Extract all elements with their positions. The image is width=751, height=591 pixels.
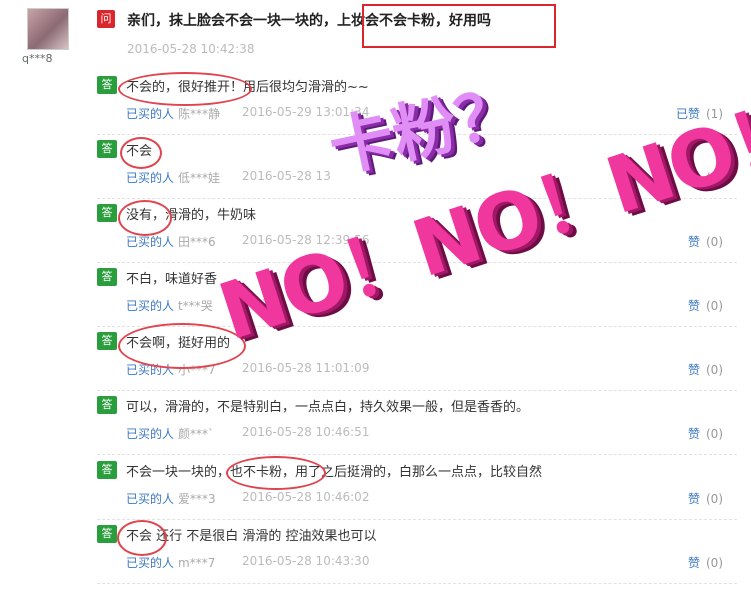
question-badge: 问 — [97, 10, 115, 28]
answer-row: 答不会一块一块的，也不卡粉，用了之后挺滑的，白那么一点点，比较自然 已买的人 爱**… — [97, 455, 737, 520]
like-count: (0) — [706, 492, 723, 506]
answer-date: 2016-05-28 11:01:09 — [242, 361, 370, 375]
buyer-name: t***哭 — [178, 299, 213, 313]
answer-badge: 答 — [97, 396, 117, 414]
like-button[interactable]: 赞 (0) — [688, 233, 723, 250]
like-count: (0) — [706, 363, 723, 377]
question-date: 2016-05-28 10:42:38 — [127, 42, 255, 56]
buyer-label: 已买的人 — [126, 171, 175, 185]
highlight-box-question — [362, 4, 556, 48]
buyer-name: 颜***` — [178, 427, 215, 441]
answer-badge: 答 — [97, 461, 117, 479]
buyer-label: 已买的人 — [126, 235, 175, 249]
like-label: 赞 — [687, 492, 700, 506]
answer-badge: 答 — [97, 332, 117, 350]
answer-text: 不白，味道好香 — [126, 272, 218, 287]
buyer-link[interactable]: 已买的人 低***娃 — [126, 169, 220, 186]
like-button[interactable]: 赞 (0) — [688, 297, 723, 314]
answer-row: 答不会 还行 不是很白 滑滑的 控油效果也可以 已买的人 m***7 2016-05-… — [97, 519, 737, 584]
buyer-link[interactable]: 已买的人 颜***` — [126, 425, 214, 442]
highlight-oval — [226, 456, 326, 490]
like-label: 赞 — [687, 427, 700, 441]
like-label: 赞 — [687, 363, 700, 377]
like-label: 赞 — [687, 299, 700, 313]
highlight-oval — [117, 520, 167, 556]
buyer-label: 已买的人 — [126, 427, 175, 441]
answer-badge: 答 — [97, 76, 117, 94]
answer-date: 2016-05-28 10:46:02 — [242, 490, 370, 504]
like-count: (0) — [706, 556, 723, 570]
buyer-link[interactable]: 已买的人 爱***3 — [126, 490, 216, 507]
like-label: 赞 — [687, 556, 700, 570]
buyer-name: m***7 — [178, 556, 216, 570]
like-button[interactable]: 赞 (0) — [688, 361, 723, 378]
buyer-label: 已买的人 — [126, 299, 175, 313]
buyer-name: 低***娃 — [178, 171, 221, 185]
question-username: q***8 — [22, 52, 53, 65]
answer-badge: 答 — [97, 268, 117, 286]
like-count: (0) — [706, 235, 723, 249]
buyer-link[interactable]: 已买的人 陈***静 — [126, 105, 220, 122]
highlight-oval — [118, 72, 252, 106]
buyer-label: 已买的人 — [126, 107, 175, 121]
buyer-label: 已买的人 — [126, 556, 175, 570]
buyer-link[interactable]: 已买的人 t***哭 — [126, 297, 213, 314]
like-count: (0) — [706, 427, 723, 441]
like-button[interactable]: 赞 (0) — [688, 490, 723, 507]
highlight-oval — [118, 200, 172, 236]
highlight-oval — [120, 137, 162, 169]
like-label: 赞 — [687, 235, 700, 249]
answer-text: 不会一块一块的，也不卡粉，用了之后挺滑的，白那么一点点，比较自然 — [126, 465, 543, 480]
like-button[interactable]: 赞 (0) — [688, 554, 723, 571]
answer-text: 可以，滑滑的，不是特别白，一点点白，持久效果一般，但是香香的。 — [126, 400, 530, 415]
answer-badge: 答 — [97, 140, 117, 158]
answer-badge: 答 — [97, 204, 117, 222]
like-button[interactable]: 赞 (0) — [688, 425, 723, 442]
answer-date: 2016-05-28 10:46:51 — [242, 425, 370, 439]
answer-date: 2016-05-28 13 — [242, 169, 331, 183]
like-count: (0) — [706, 299, 723, 313]
buyer-link[interactable]: 已买的人 m***7 — [126, 554, 215, 571]
answer-row: 答可以，滑滑的，不是特别白，一点点白，持久效果一般，但是香香的。 已买的人 颜***… — [97, 390, 737, 455]
buyer-name: 田***6 — [178, 235, 216, 249]
user-avatar[interactable] — [27, 8, 69, 50]
answer-badge: 答 — [97, 525, 117, 543]
buyer-name: 陈***静 — [178, 107, 221, 121]
answer-date: 2016-05-28 10:43:30 — [242, 554, 370, 568]
buyer-name: 爱***3 — [178, 492, 216, 506]
buyer-label: 已买的人 — [126, 492, 175, 506]
